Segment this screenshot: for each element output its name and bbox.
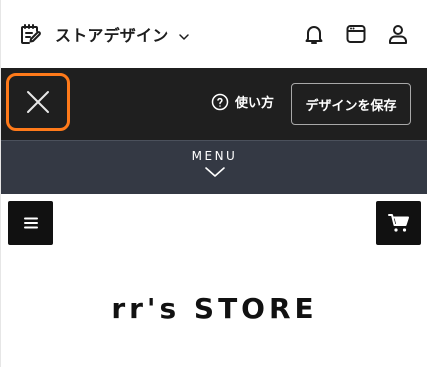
howto-label: 使い方: [235, 96, 275, 111]
store-title: rr's STORE: [111, 292, 318, 325]
app-frame: ストアデザイン 使い方 デザインを保存 MENU rr's STORE: [0, 0, 427, 367]
user-icon[interactable]: [386, 22, 410, 46]
cart-button[interactable]: [376, 201, 421, 245]
menu-label: MENU: [191, 149, 238, 163]
design-toolbar: 使い方 デザインを保存: [1, 68, 427, 140]
edit-note-icon: [19, 22, 43, 46]
bell-icon[interactable]: [302, 22, 326, 46]
help-circle-icon: [211, 93, 229, 110]
howto-link[interactable]: 使い方: [211, 92, 274, 111]
close-icon: [27, 91, 49, 113]
save-design-button[interactable]: デザインを保存: [291, 83, 411, 125]
hamburger-icon: [23, 217, 38, 229]
chevron-down-icon: [178, 28, 190, 40]
menu-toggle[interactable]: MENU: [1, 140, 427, 194]
app-header: ストアデザイン: [1, 0, 427, 68]
window-icon[interactable]: [344, 22, 368, 46]
header-actions: [302, 22, 410, 46]
cart-icon: [387, 214, 409, 232]
hamburger-menu-button[interactable]: [8, 201, 53, 245]
page-title: ストアデザイン: [55, 26, 169, 45]
chevron-down-icon: [204, 167, 225, 177]
store-design-dropdown[interactable]: ストアデザイン: [19, 20, 190, 48]
close-button[interactable]: [6, 73, 70, 131]
store-preview: rr's STORE: [1, 194, 427, 367]
